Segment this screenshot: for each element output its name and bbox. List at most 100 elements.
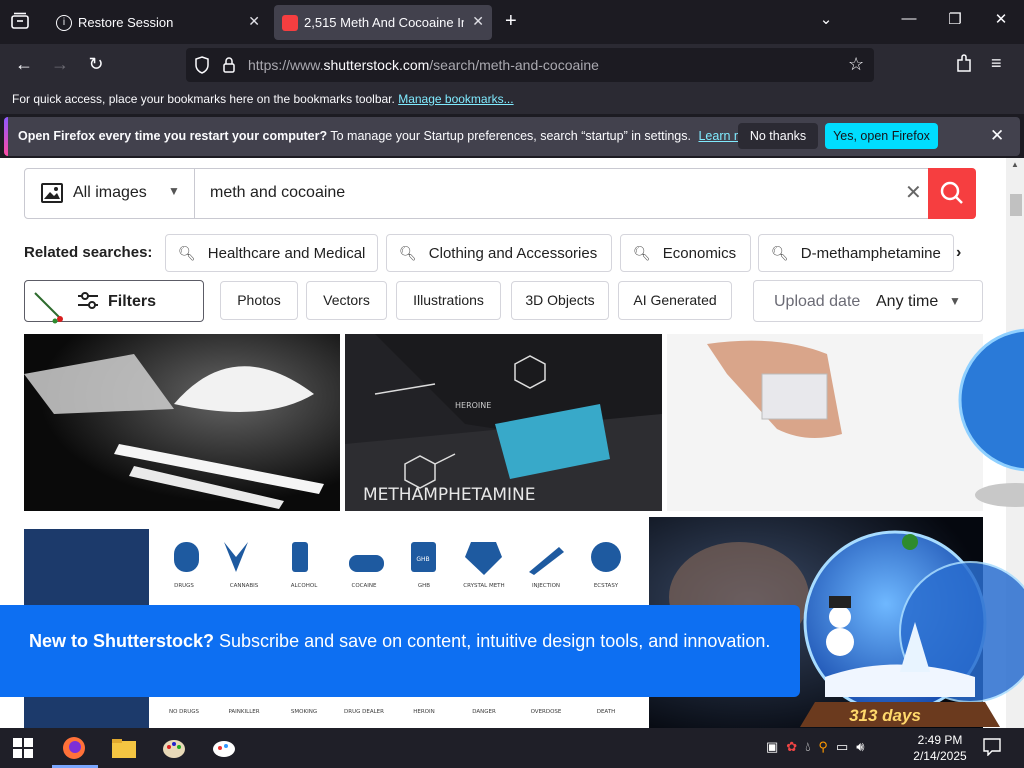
forward-button[interactable]: → <box>48 54 72 75</box>
minimize-button[interactable]: — <box>897 10 921 27</box>
icon-label-overdose: OVERDOSE <box>531 709 562 715</box>
snow-globe-widget[interactable]: 313 days <box>785 512 1024 752</box>
new-tab-button[interactable]: + <box>505 10 517 33</box>
bookmark-star-icon[interactable]: ☆ <box>848 54 864 75</box>
icon-label-painkiller: PAINKILLER <box>228 709 259 715</box>
url-path: /search/meth-and-cocoaine <box>429 57 599 73</box>
notification-accent <box>4 117 8 156</box>
menu-icon[interactable]: ≡ <box>991 53 1002 74</box>
methamphetamine-text: METHAMPHETAMINE <box>363 485 535 505</box>
related-chip-clothing[interactable]: 🔍︎ Clothing and Accessories <box>386 234 612 272</box>
related-chip-healthcare[interactable]: 🔍︎ Healthcare and Medical <box>165 234 378 272</box>
chevron-down-icon: ▼ <box>168 184 180 198</box>
manage-bookmarks-link[interactable]: Manage bookmarks... <box>398 92 513 106</box>
filter-3d-objects[interactable]: 3D Objects <box>511 281 609 320</box>
notification-center-icon[interactable] <box>983 738 1001 761</box>
filters-label: Filters <box>108 293 157 310</box>
icon-label-danger: DANGER <box>472 709 496 715</box>
tab-bar: i Restore Session ✕ 2,515 Meth And Cocoa… <box>0 0 1024 44</box>
file-explorer-icon[interactable] <box>110 734 138 762</box>
icon-label-crystal-meth: CRYSTAL METH <box>463 583 504 589</box>
promo-bold: New to Shutterstock? <box>29 631 215 651</box>
paint-3d-icon[interactable] <box>210 734 238 762</box>
extensions-icon[interactable] <box>955 54 973 79</box>
notification-text: To manage your Startup preferences, sear… <box>330 129 691 143</box>
chip-label: Healthcare and Medical <box>207 244 366 262</box>
ghb-bottle-text: GHB <box>416 556 429 563</box>
filters-button[interactable]: Filters <box>24 280 204 324</box>
yes-open-firefox-button[interactable]: Yes, open Firefox <box>825 123 938 149</box>
shield-icon[interactable] <box>194 56 210 79</box>
network-icon[interactable]: ▭ <box>836 739 856 754</box>
close-notification-icon[interactable]: ✕ <box>990 126 1004 146</box>
windows-start-icon[interactable] <box>13 738 33 758</box>
promo-body: Subscribe and save on content, intuitive… <box>214 631 771 651</box>
image-icon <box>41 183 63 208</box>
list-all-tabs-icon[interactable]: ⌄ <box>814 10 838 28</box>
tray-icons: ▣✿💧︎⚲▭🔊︎ <box>766 739 872 755</box>
scroll-up-icon[interactable]: ▲ <box>1011 160 1019 169</box>
firefox-taskbar-icon[interactable] <box>60 734 88 762</box>
sliders-icon <box>77 291 99 316</box>
close-tab-icon[interactable]: ✕ <box>472 13 484 30</box>
reload-button[interactable]: ↻ <box>84 54 108 75</box>
startup-notification-bar: Open Firefox every time you restart your… <box>4 117 1020 156</box>
chip-label: Clothing and Accessories <box>428 244 598 262</box>
volume-icon[interactable]: 🔊︎ <box>856 739 872 754</box>
tab-restore-session[interactable]: i Restore Session ✕ <box>48 5 268 40</box>
tab-shutterstock[interactable]: 2,515 Meth And Cocoaine Imag ✕ <box>274 5 492 40</box>
category-dropdown[interactable]: All images ▼ <box>25 169 195 218</box>
lock-icon[interactable] <box>222 56 236 79</box>
filter-ai-generated[interactable]: AI Generated <box>618 281 732 320</box>
search-input[interactable]: meth and cocoaine <box>210 184 345 202</box>
scrollbar-thumb[interactable] <box>1010 194 1022 216</box>
search-icon: 🔍︎ <box>178 244 196 261</box>
url-bar[interactable]: https://www.shutterstock.com/search/meth… <box>186 48 874 82</box>
url-text[interactable]: https://www.shutterstock.com/search/meth… <box>248 57 599 73</box>
result-photo-3[interactable] <box>667 334 983 511</box>
filter-photos[interactable]: Photos <box>220 281 298 320</box>
tray-drop-icon[interactable]: 💧︎ <box>805 739 818 754</box>
upload-date-dropdown[interactable]: Upload date Any time ▼ <box>753 280 983 322</box>
icon-label-ghb: GHB <box>418 583 430 589</box>
tray-app-icon-2[interactable]: ✿ <box>786 739 805 754</box>
no-thanks-button[interactable]: No thanks <box>738 123 818 149</box>
promo-banner[interactable]: New to Shutterstock? Subscribe and save … <box>0 605 800 697</box>
icon-label-drug-dealer: DRUG DEALER <box>344 709 384 715</box>
clock-time: 2:49 PM <box>917 733 963 747</box>
notification-bold-text: Open Firefox every time you restart your… <box>18 129 328 143</box>
related-searches-label: Related searches: <box>24 244 153 261</box>
system-clock[interactable]: 2:49 PM 2/14/2025 <box>912 732 968 764</box>
related-chip-d-methamphetamine[interactable]: 🔍︎ D-methamphetamine <box>758 234 954 272</box>
icon-label-injection: INJECTION <box>532 583 560 589</box>
category-label: All images <box>73 184 147 201</box>
tab-list-icon[interactable] <box>10 12 30 30</box>
notification-message: Open Firefox every time you restart your… <box>18 129 762 143</box>
close-tab-icon[interactable]: ✕ <box>248 13 260 30</box>
filter-illustrations[interactable]: Illustrations <box>396 281 501 320</box>
icon-label-drugs: DRUGS <box>174 583 194 589</box>
tray-app-icon-1[interactable]: ▣ <box>766 739 786 754</box>
back-button[interactable]: ← <box>12 54 36 75</box>
bookmarks-toolbar: For quick access, place your bookmarks h… <box>0 86 1024 114</box>
tray-search-icon[interactable]: ⚲ <box>818 739 836 754</box>
chevron-right-icon[interactable]: › <box>956 244 961 262</box>
chip-label: Economics <box>662 244 737 262</box>
clear-search-icon[interactable]: ✕ <box>905 180 922 205</box>
icon-label-alcohol: ALCOHOL <box>291 583 318 589</box>
icon-label-no-drugs: NO DRUGS <box>169 709 200 715</box>
promo-text: New to Shutterstock? Subscribe and save … <box>29 627 779 655</box>
search-icon: 🔍︎ <box>771 244 789 261</box>
search-icon: 🔍︎ <box>633 244 651 261</box>
close-window-button[interactable]: ✕ <box>989 10 1013 28</box>
paint-app-icon[interactable] <box>160 734 188 762</box>
url-prefix: https://www. <box>248 57 324 73</box>
search-button[interactable] <box>928 168 976 219</box>
result-photo-1[interactable] <box>24 334 340 511</box>
restore-button[interactable]: ❐ <box>943 10 967 28</box>
mistletoe-decoration-icon <box>33 291 67 330</box>
filter-vectors[interactable]: Vectors <box>306 281 387 320</box>
result-photo-2[interactable]: METHAMPHETAMINE HEROINE <box>345 334 662 511</box>
shutterstock-favicon-icon <box>282 14 298 31</box>
related-chip-economics[interactable]: 🔍︎ Economics <box>620 234 751 272</box>
